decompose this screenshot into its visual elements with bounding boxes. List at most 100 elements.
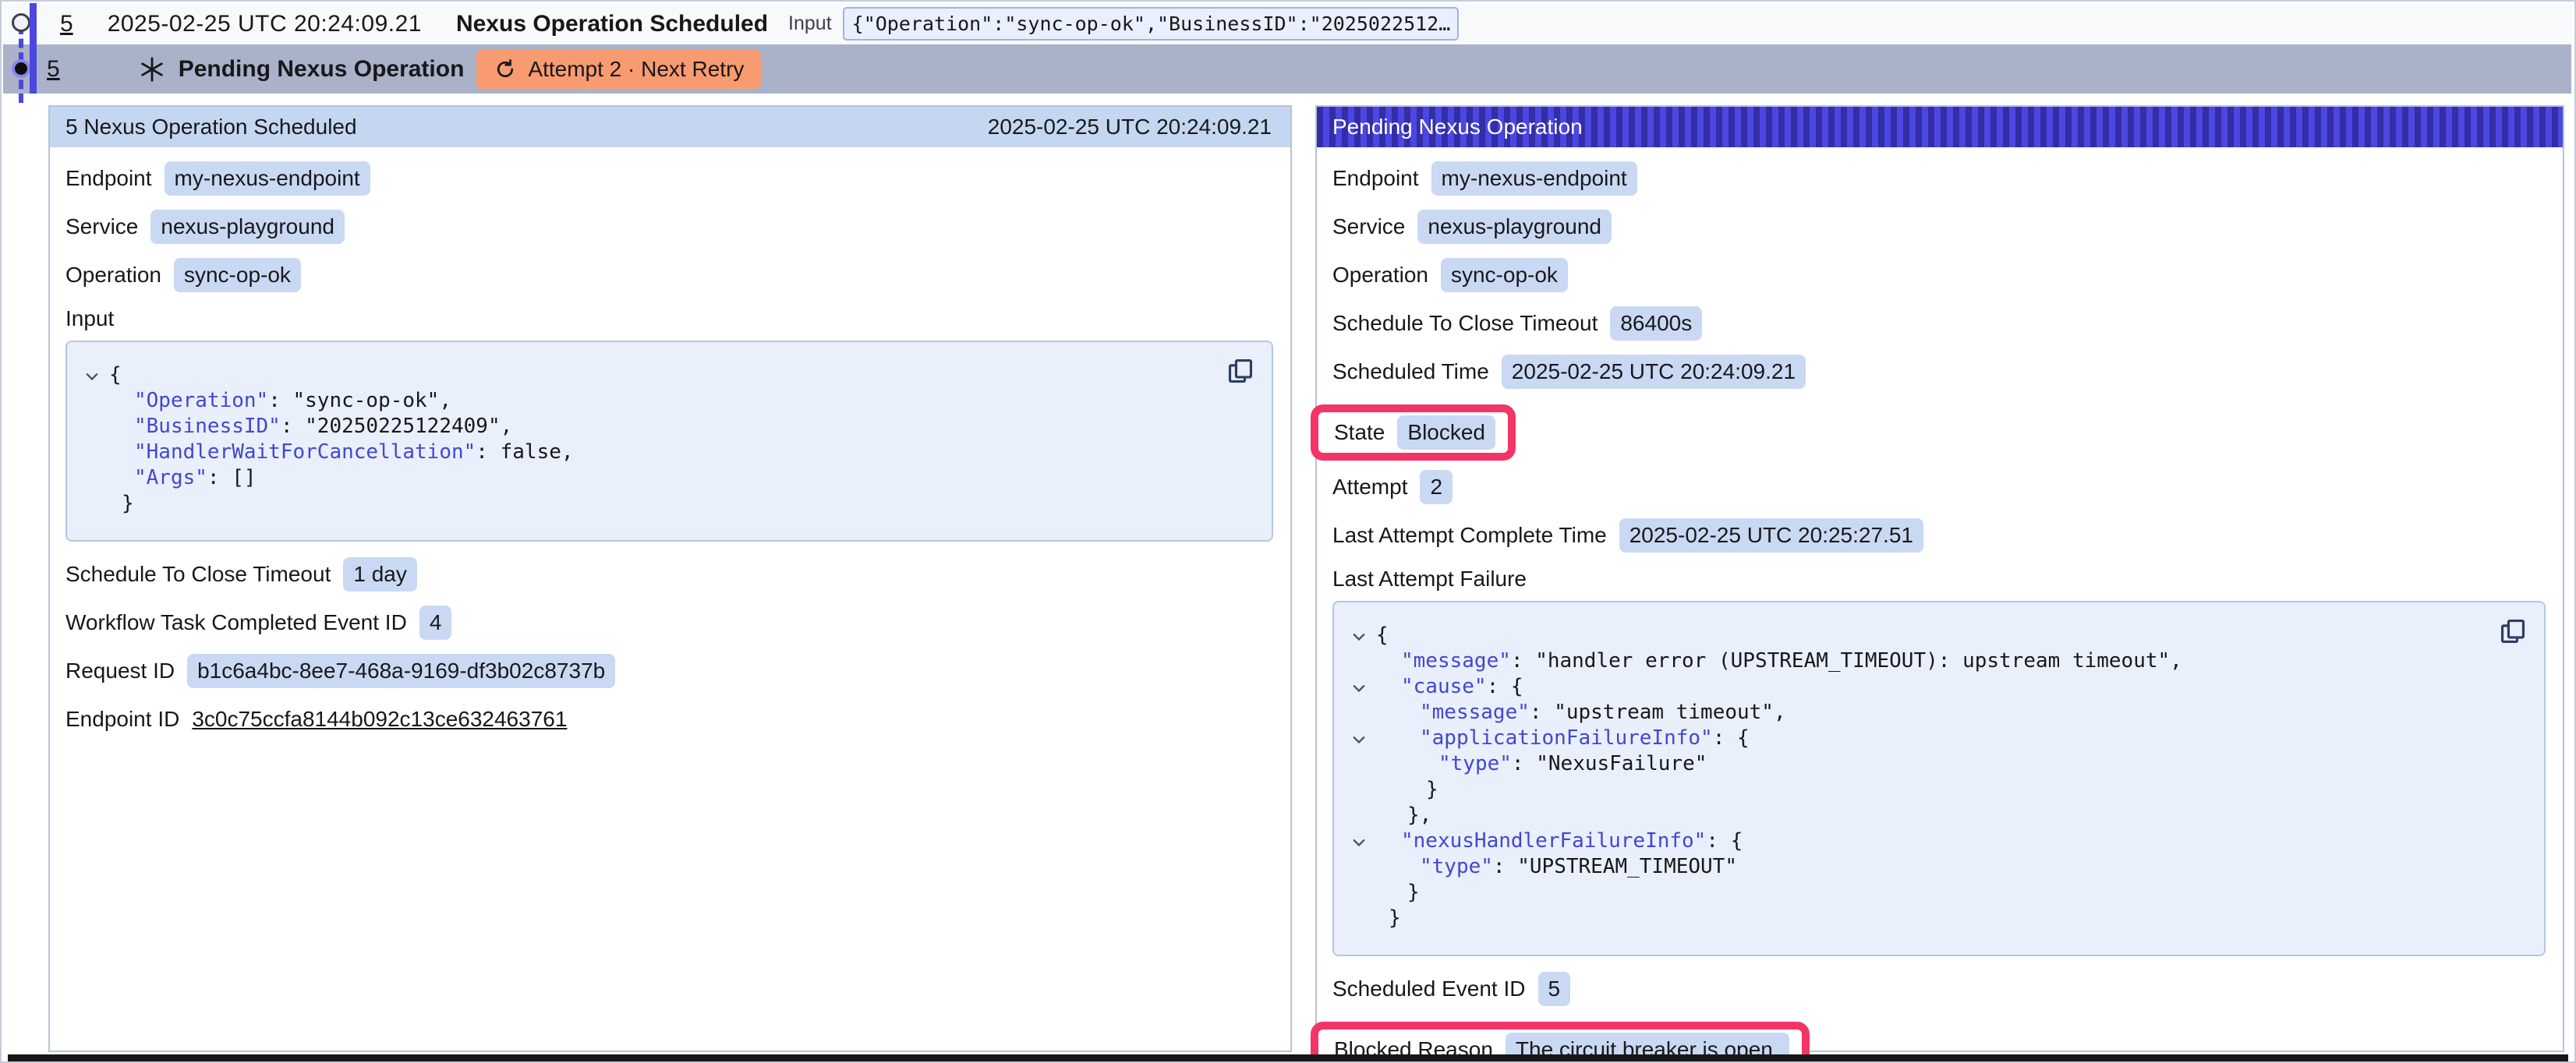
field-value-badge: sync-op-ok [1441, 258, 1568, 292]
timeline-node-current-icon[interactable] [12, 59, 30, 78]
json-gutter [1342, 906, 1376, 911]
json-gutter [1342, 648, 1376, 654]
json-line: "message": "upstream timeout", [1342, 700, 2489, 726]
collapse-caret-icon[interactable] [1342, 726, 1376, 748]
panel-title: 5 Nexus Operation Scheduled [65, 115, 357, 139]
field-schedule-to-close-timeout: Schedule To Close Timeout 1 day [65, 557, 1273, 592]
pending-panel-body: Endpoint my-nexus-endpoint Servicenexus-pl… [1317, 147, 2563, 1063]
json-gutter [1342, 700, 1376, 705]
field-service: Servicenexus-playground [1332, 210, 2546, 244]
field-label: Scheduled Event ID [1332, 976, 1526, 1001]
field-request-id: Request ID b1c6a4bc-8ee7-468a-9169-df3b02… [65, 654, 1273, 688]
json-line: } [1342, 906, 2489, 931]
copy-icon[interactable] [1225, 356, 1256, 387]
json-gutter [75, 440, 109, 445]
collapse-caret-icon[interactable] [1342, 623, 1376, 645]
input-preview-chip[interactable]: {"Operation":"sync-op-ok","BusinessID":"… [843, 7, 1459, 41]
field-endpoint: Endpoint my-nexus-endpoint [1332, 161, 2546, 196]
input-label: Input [788, 12, 832, 35]
json-line: "cause": { [1342, 674, 2489, 700]
json-line: { [75, 362, 1217, 388]
copy-icon[interactable] [2497, 616, 2528, 648]
field-value-badge: 2025-02-25 UTC 20:25:27.51 [1619, 518, 1923, 553]
field-endpoint: Endpointmy-nexus-endpoint [65, 161, 1273, 196]
scheduled-panel-body: Endpointmy-nexus-endpoint Servicenexus-pl… [50, 147, 1290, 736]
field-value-badge: 86400s [1610, 306, 1702, 341]
field-label: Schedule To Close Timeout [1332, 311, 1598, 336]
event-timestamp: 2025-02-25 UTC 20:24:09.21 [108, 11, 422, 37]
event-row-scheduled[interactable]: 5 2025-02-25 UTC 20:24:09.21 Nexus Opera… [3, 3, 2573, 44]
json-line: "HandlerWaitForCancellation": false, [75, 440, 1217, 465]
retry-icon [494, 58, 517, 81]
field-value-badge: b1c6a4bc-8ee7-468a-9169-df3b02c8737b [187, 654, 615, 688]
field-value-badge: 5 [1538, 972, 1571, 1006]
field-label: State [1334, 420, 1385, 445]
field-schedule-to-close-timeout: Schedule To Close Timeout 86400s [1332, 306, 2546, 341]
panel-timestamp: 2025-02-25 UTC 20:24:09.21 [988, 115, 1272, 139]
json-line: "Operation": "sync-op-ok", [75, 388, 1217, 414]
json-line: "Args": [] [75, 465, 1217, 491]
json-line: "applicationFailureInfo": { [1342, 726, 2489, 751]
field-value-badge: Blocked [1397, 415, 1495, 450]
field-label: Endpoint ID [65, 707, 179, 732]
json-line: "nexusHandlerFailureInfo": { [1342, 828, 2489, 854]
json-line: "type": "UPSTREAM_TIMEOUT" [1342, 854, 2489, 880]
field-value-link[interactable]: 3c0c75ccfa8144b092c13ce632463761 [192, 702, 567, 736]
event-id-link[interactable]: 5 [47, 56, 60, 83]
field-value-badge: my-nexus-endpoint [1431, 161, 1637, 196]
event-row-pending[interactable]: 5 Pending Nexus Operation Attempt 2 · Ne… [3, 44, 2571, 94]
json-line: } [75, 491, 1217, 517]
field-last-attempt-complete-time: Last Attempt Complete Time2025-02-25 UTC… [1332, 518, 2546, 553]
panel-title: Pending Nexus Operation [1332, 115, 1583, 139]
event-name: Nexus Operation Scheduled [456, 11, 768, 37]
field-value-badge: nexus-playground [150, 210, 345, 244]
json-line: { [1342, 623, 2489, 648]
json-gutter [75, 465, 109, 471]
field-label: Request ID [65, 659, 175, 683]
json-gutter [1342, 777, 1376, 782]
collapse-caret-icon[interactable] [1342, 828, 1376, 851]
json-line: "BusinessID": "20250225122409", [75, 414, 1217, 440]
field-operation: Operation sync-op-ok [1332, 258, 2546, 292]
timeline-node-open-icon[interactable] [12, 13, 30, 32]
field-service: Servicenexus-playground [65, 210, 1273, 244]
field-workflow-task-completed-event-id: Workflow Task Completed Event ID 4 [65, 606, 1273, 640]
json-line: "type": "NexusFailure" [1342, 751, 2489, 777]
field-label: Scheduled Time [1332, 359, 1489, 384]
retry-status-badge: Attempt 2 · Next Retry [476, 50, 761, 89]
json-line: "message": "handler error (UPSTREAM_TIME… [1342, 648, 2489, 674]
field-scheduled-event-id: Scheduled Event ID 5 [1332, 972, 2546, 1006]
json-gutter [75, 388, 109, 394]
field-value-badge: 1 day [343, 557, 417, 592]
json-gutter [75, 491, 109, 496]
selected-event-bar [30, 3, 37, 94]
section-label-input: Input [65, 306, 1273, 331]
field-label: Service [1332, 214, 1405, 239]
field-label: Workflow Task Completed Event ID [65, 610, 407, 635]
json-gutter [1342, 854, 1376, 860]
event-id-link[interactable]: 5 [60, 11, 73, 37]
json-gutter [1342, 751, 1376, 757]
json-gutter [1342, 803, 1376, 808]
collapse-caret-icon[interactable] [1342, 674, 1376, 697]
field-value-badge: 2025-02-25 UTC 20:24:09.21 [1502, 355, 1806, 389]
section-label-last-attempt-failure: Last Attempt Failure [1332, 567, 2546, 592]
field-value-badge: 4 [419, 606, 452, 640]
pending-asterisk-icon [138, 55, 166, 83]
field-label: Operation [1332, 263, 1428, 288]
right-failure_json-json-viewer: {"message": "handler error (UPSTREAM_TIM… [1332, 601, 2546, 956]
field-operation: Operation sync-op-ok [65, 258, 1273, 292]
pending-panel-header: Pending Nexus Operation [1317, 107, 2563, 147]
event-name: Pending Nexus Operation [179, 56, 465, 83]
field-label: Schedule To Close Timeout [65, 562, 331, 587]
collapse-caret-icon[interactable] [75, 362, 109, 385]
workflow-event-history-screen: 5 2025-02-25 UTC 20:24:09.21 Nexus Opera… [0, 0, 2576, 1063]
field-attempt: Attempt2 [1332, 470, 2546, 504]
pending-operation-panel: Pending Nexus Operation Endpoint my-nexus… [1315, 105, 2564, 1052]
field-label: Endpoint [1332, 166, 1419, 191]
json-line: } [1342, 777, 2489, 803]
field-value-badge: sync-op-ok [174, 258, 301, 292]
field-label: Operation [65, 263, 161, 288]
left-input_json-json-viewer: {"Operation": "sync-op-ok","BusinessID":… [65, 341, 1273, 542]
json-line: } [1342, 880, 2489, 906]
